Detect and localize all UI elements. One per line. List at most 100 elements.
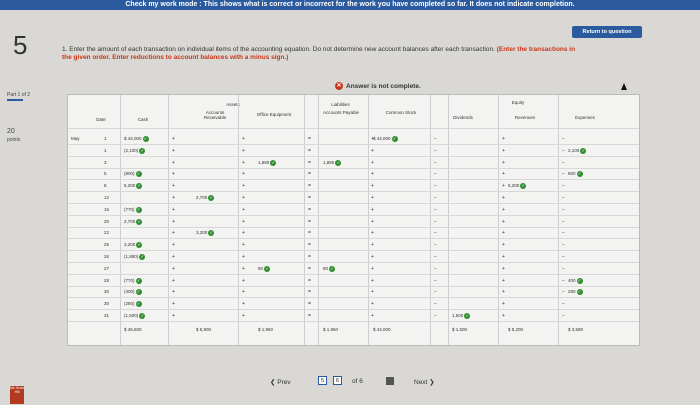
cell-cash[interactable]: 2,700 ✓ — [124, 218, 143, 225]
cell-d-value: 5 — [104, 171, 107, 177]
check-mode-banner: Check my work mode : This shows what is … — [0, 0, 700, 10]
row-divider — [68, 262, 639, 263]
row-divider — [68, 285, 639, 287]
operator-sign: − — [434, 242, 437, 249]
cell-cash[interactable]: (1,880) ✓ — [124, 254, 146, 260]
cell-cs-value: $ 44,000 — [373, 136, 391, 142]
operator-sign: + — [242, 313, 245, 319]
cell-cs[interactable]: $ 44,000 ✓ — [373, 136, 398, 142]
cell-cash[interactable]: (800) ✓ — [124, 171, 142, 178]
cell-exp[interactable]: 280 ✓ — [568, 289, 583, 296]
cell-d: 5 — [104, 171, 107, 176]
correct-check-icon: ✓ — [391, 136, 398, 142]
points-value: 20 — [7, 128, 15, 135]
operator-sign: − — [434, 195, 437, 201]
operator-sign: + — [502, 183, 505, 190]
cell-cash[interactable]: (1,500) ✓ — [124, 313, 146, 319]
cell-m: May — [71, 136, 80, 141]
operator-sign: + — [172, 206, 175, 213]
cell-cash[interactable]: $ 44,000 ✓ — [124, 136, 149, 142]
total-ar[interactable]: $ 5,900 — [196, 327, 211, 332]
cell-oe[interactable]: 80 ✓ — [258, 265, 271, 272]
cell-cash-value: 2,700 — [124, 218, 136, 224]
operator-sign: + — [172, 183, 175, 190]
cell-cash[interactable]: (770) ✓ — [124, 206, 142, 213]
question-number: 5 — [13, 30, 28, 60]
correct-check-icon: ✓ — [329, 265, 336, 272]
operator-sign: + — [371, 254, 374, 260]
cell-rev[interactable]: 5,200 ✓ — [508, 183, 527, 190]
next-button[interactable]: Next ❯ — [414, 378, 435, 386]
correct-check-icon: ✓ — [139, 313, 146, 319]
page-6-box[interactable]: 6 — [333, 376, 342, 385]
cell-div[interactable]: 1,500 ✓ — [452, 313, 471, 319]
operator-sign: − — [434, 183, 437, 190]
correct-check-icon: ✓ — [576, 289, 583, 296]
cell-cash[interactable]: (770) ✓ — [124, 277, 142, 284]
cell-d: 30 — [104, 289, 109, 294]
cell-cash[interactable]: 5,200 ✓ — [124, 183, 143, 190]
column-divider — [368, 95, 369, 345]
column-divider — [318, 95, 319, 345]
total-ap[interactable]: $ 1,960 — [323, 327, 338, 332]
total-rev[interactable]: $ 5,200 — [508, 327, 523, 332]
grid-icon[interactable] — [386, 377, 394, 385]
cell-cash[interactable]: 3,200 ✓ — [124, 242, 143, 249]
operator-sign: + — [502, 147, 505, 154]
row-divider — [68, 179, 639, 181]
cell-cash-value: (800) — [124, 171, 135, 177]
return-to-question-button[interactable]: Return to question — [572, 26, 642, 38]
operator-sign: + — [242, 136, 245, 142]
cell-d: 31 — [104, 313, 109, 318]
operator-sign: + — [371, 289, 374, 296]
total-div[interactable]: $ 1,500 — [452, 327, 467, 332]
cell-ap[interactable]: 80 ✓ — [323, 265, 336, 272]
correct-check-icon: ✓ — [135, 206, 142, 213]
correct-check-icon: ✓ — [139, 147, 146, 154]
header-office-equipment: Office Equipment — [256, 112, 292, 117]
total-exp[interactable]: $ 3,580 — [568, 327, 583, 332]
cell-oe[interactable]: 1,880 ✓ — [258, 159, 277, 166]
cell-ap[interactable]: 1,880 ✓ — [323, 159, 342, 166]
operator-sign: + — [242, 159, 245, 166]
cell-d-value: 27 — [104, 265, 110, 271]
cell-exp[interactable]: 800 ✓ — [568, 171, 583, 178]
operator-sign: + — [502, 218, 505, 225]
cell-d: 26 — [104, 254, 109, 259]
cell-cash-value: (280) — [124, 301, 135, 307]
cell-ar[interactable]: 3,200 ✓ — [196, 230, 215, 237]
cell-exp[interactable]: 2,100 ✓ — [568, 147, 587, 154]
row-divider — [68, 250, 639, 252]
row-divider — [68, 238, 639, 240]
cell-ar[interactable]: 2,700 ✓ — [196, 195, 215, 201]
page-count: of 6 — [352, 378, 363, 385]
correct-check-icon: ✓ — [135, 289, 142, 296]
cell-cash[interactable]: (280) ✓ — [124, 301, 142, 308]
row-divider — [68, 191, 639, 193]
operator-sign: + — [172, 218, 175, 225]
operator-sign: − — [434, 301, 437, 308]
page-5-box[interactable]: 5 — [318, 376, 327, 385]
total-cs-value: $ 44,000 — [373, 326, 391, 332]
operator-sign: + — [172, 230, 175, 237]
column-divider — [120, 95, 121, 345]
prev-button[interactable]: ❮ Prev — [270, 378, 291, 386]
total-ap-value: $ 1,960 — [323, 326, 339, 332]
cell-cash-value: (2,100) — [124, 147, 139, 153]
cell-d: 8 — [104, 183, 107, 188]
operator-sign: − — [434, 254, 437, 260]
cell-cash[interactable]: (2,100) ✓ — [124, 147, 146, 154]
total-cash[interactable]: $ 46,600 — [124, 327, 142, 332]
operator-sign: − — [562, 254, 565, 260]
operator-sign: − — [562, 183, 565, 190]
cell-exp[interactable]: 400 ✓ — [568, 277, 583, 284]
operator-sign: + — [172, 265, 175, 272]
cell-d-value: 15 — [104, 206, 110, 212]
operator-sign: + — [172, 171, 175, 178]
total-cs[interactable]: $ 44,000 — [373, 327, 391, 332]
column-divider — [498, 95, 499, 345]
cell-cash[interactable]: (400) ✓ — [124, 289, 142, 296]
total-oe[interactable]: $ 1,960 — [258, 327, 273, 332]
row-divider — [68, 273, 639, 275]
operator-sign: + — [172, 242, 175, 249]
